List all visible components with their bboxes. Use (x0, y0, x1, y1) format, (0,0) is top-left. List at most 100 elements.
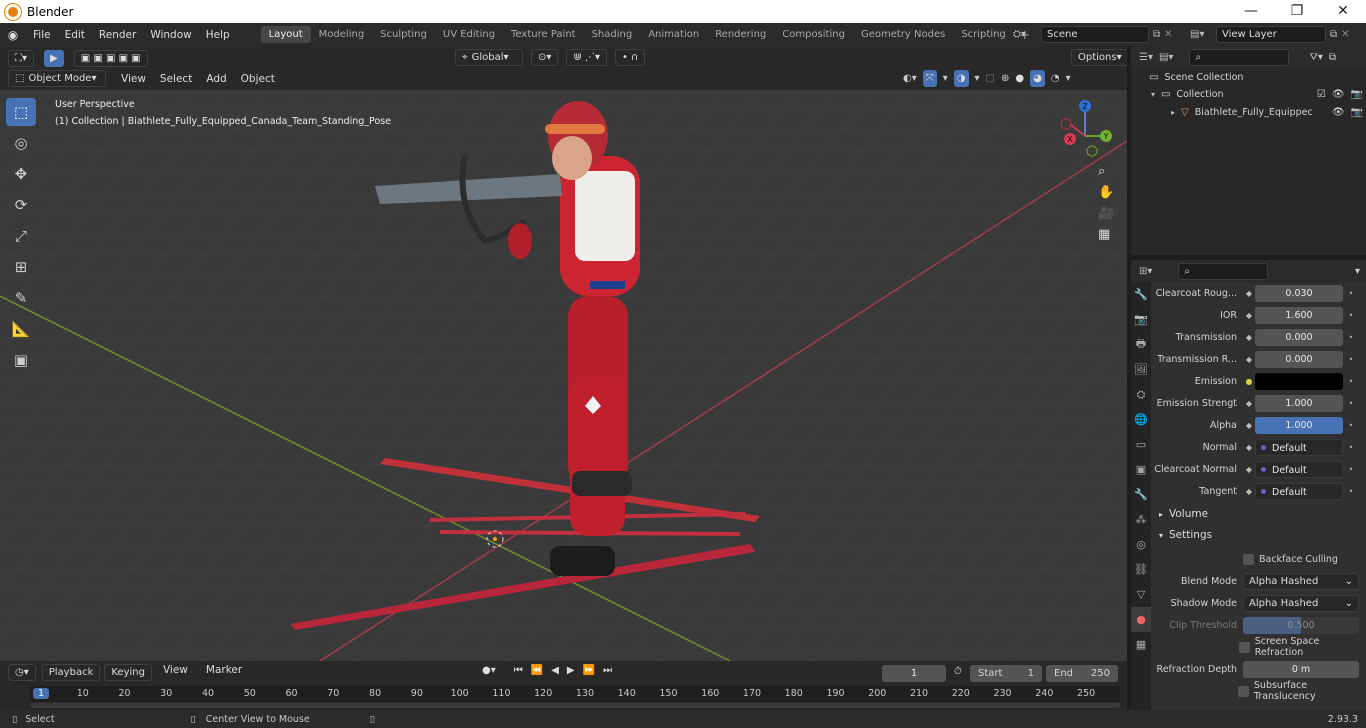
constraints-tab-icon[interactable]: ⛓ (1131, 557, 1151, 582)
shadow-mode-dropdown[interactable]: Alpha Hashed ⌄ (1243, 594, 1359, 612)
expand-arrow-icon[interactable]: ▸ (1171, 108, 1175, 117)
play-icon[interactable]: ▶ (567, 665, 575, 676)
transform-tool-icon[interactable]: ⊞ (6, 253, 36, 281)
scene-icon[interactable]: ⛭▾ (1013, 29, 1037, 40)
editor-type-icon[interactable]: ⛶▾ (8, 50, 35, 67)
property-value-field[interactable]: 0.000 (1255, 350, 1343, 368)
camera-view-icon[interactable]: 🎥 (1098, 206, 1114, 221)
scale-tool-icon[interactable]: ⤢ (6, 222, 36, 250)
material-tab-icon[interactable]: ● (1131, 607, 1151, 632)
property-link-field[interactable]: Default (1255, 482, 1343, 500)
property-value-field[interactable]: 0.000 (1255, 328, 1343, 346)
filter-icon[interactable]: ⛛▾ (1309, 52, 1322, 63)
physics-tab-icon[interactable]: ◎ (1131, 532, 1151, 557)
scene-name-field[interactable]: Scene (1041, 26, 1149, 43)
next-keyframe-icon[interactable]: ⏩ (583, 665, 595, 676)
view-layer-field[interactable]: View Layer (1216, 26, 1326, 43)
ortho-grid-icon[interactable]: ▦ (1098, 227, 1114, 242)
play-reverse-icon[interactable]: ◀ (551, 665, 559, 676)
prev-keyframe-icon[interactable]: ⏪ (531, 665, 543, 676)
tab-layout[interactable]: Layout (260, 26, 311, 43)
frame-ruler[interactable]: 1 10 20 30 40 50 60 70 80 90 100 110 120 130 140 150 160… (30, 686, 1120, 702)
minimize-icon[interactable]: — (1228, 0, 1274, 23)
select-tool-icon[interactable]: ▶ (44, 50, 64, 67)
socket-icon[interactable]: ● (1243, 377, 1255, 386)
current-frame-field[interactable]: 1 (882, 665, 946, 682)
move-tool-icon[interactable]: ✥ (6, 160, 36, 188)
checkbox-icon[interactable]: ☑ (1317, 89, 1326, 100)
volume-panel-header[interactable]: ▸ Volume (1151, 504, 1366, 524)
emission-color-field[interactable] (1255, 372, 1343, 390)
annotate-tool-icon[interactable]: ✎ (6, 284, 36, 312)
select-box-tool-icon[interactable]: ⬚ (6, 98, 36, 126)
keyframe-dot-icon[interactable]: • (1347, 399, 1355, 408)
remove-view-layer-icon[interactable]: ✕ (1341, 29, 1349, 40)
stopwatch-icon[interactable]: ⏱ (954, 666, 962, 677)
remove-scene-icon[interactable]: ✕ (1164, 29, 1172, 40)
pan-hand-icon[interactable]: ✋ (1098, 185, 1114, 200)
new-collection-icon[interactable]: ⧉ (1329, 52, 1336, 63)
keyframe-dot-icon[interactable]: • (1347, 289, 1355, 298)
tab-geometry-nodes[interactable]: Geometry Nodes (853, 26, 953, 43)
subsurface-translucency-checkbox[interactable] (1238, 685, 1249, 697)
camera-icon[interactable]: 📷 (1351, 107, 1363, 118)
navigation-gizmo[interactable]: Z Y X (1056, 96, 1120, 160)
menu-render[interactable]: Render (92, 29, 143, 41)
tab-texture-paint[interactable]: Texture Paint (503, 26, 584, 43)
modifier-tab-icon[interactable]: 🔧 (1131, 482, 1151, 507)
output-tab-icon[interactable]: 🖶 (1131, 332, 1151, 357)
scene-tab-icon[interactable]: ⛭ (1131, 382, 1151, 407)
screen-space-refraction-checkbox[interactable] (1239, 641, 1250, 653)
camera-icon[interactable]: 📷 (1351, 89, 1363, 100)
tab-sculpting[interactable]: Sculpting (372, 26, 435, 43)
cursor-tool-icon[interactable]: ◎ (6, 129, 36, 157)
shading-dropdown-icon[interactable]: ▾ (1066, 73, 1071, 84)
xray-icon[interactable]: ▢ (986, 73, 995, 84)
timeline-menu-keying[interactable]: Keying (104, 664, 152, 681)
shading-material-icon[interactable]: ◕ (1030, 70, 1045, 87)
gizmo-dropdown-icon[interactable]: ▾ (943, 73, 948, 84)
tab-rendering[interactable]: Rendering (707, 26, 774, 43)
snap-icon[interactable]: ⋓ ⋰▾ (566, 49, 607, 66)
tab-scripting[interactable]: Scripting (953, 26, 1013, 43)
property-value-field[interactable]: 1.000 (1255, 416, 1343, 434)
start-frame-field[interactable]: Start 1 (970, 665, 1042, 682)
timeline-menu-playback[interactable]: Playback (41, 664, 101, 681)
gizmo-icon[interactable]: ⤧ (922, 70, 937, 87)
keyframe-dot-icon[interactable]: • (1347, 443, 1355, 452)
keyframe-dot-icon[interactable]: • (1347, 487, 1355, 496)
outliner-row-object[interactable]: ▸ ▽ Biathlete_Fully_Equippec 👁 📷 (1171, 107, 1363, 118)
menu-file[interactable]: File (26, 29, 58, 41)
property-link-field[interactable]: Default (1255, 438, 1343, 456)
timeline-menu-marker[interactable]: Marker (199, 664, 249, 681)
blender-menu-icon[interactable]: ◉ (0, 28, 26, 42)
selection-mode-set-icon[interactable]: ▣ ▣ ▣ ▣ ▣ (73, 50, 148, 67)
viewport-menu-add[interactable]: Add (199, 73, 233, 85)
expand-arrow-icon[interactable]: ▾ (1151, 90, 1155, 99)
world-tab-icon[interactable]: 🌐 (1131, 407, 1151, 432)
eye-icon[interactable]: 👁 (1332, 107, 1345, 118)
tab-shading[interactable]: Shading (584, 26, 641, 43)
refraction-depth-field[interactable]: 0 m (1243, 660, 1359, 678)
tab-animation[interactable]: Animation (640, 26, 707, 43)
jump-end-icon[interactable]: ⏭ (603, 665, 612, 676)
proportional-edit-icon[interactable]: • ∩ (614, 49, 646, 66)
maximize-icon[interactable]: ❐ (1274, 0, 1320, 23)
overlay-dropdown-icon[interactable]: ▾ (975, 73, 980, 84)
new-scene-icon[interactable]: ⧉ (1153, 29, 1160, 40)
property-value-field[interactable]: 1.600 (1255, 306, 1343, 324)
texture-tab-icon[interactable]: ▦ (1131, 632, 1151, 657)
display-mode-icon[interactable]: ▤▾ (1159, 52, 1173, 63)
outliner-search-input[interactable]: ⌕ (1189, 48, 1290, 66)
3d-viewport[interactable]: ⛶▾ ▶ ▣ ▣ ▣ ▣ ▣ ⌖ Global ▾ ⊙▾ ⋓ ⋰▾ • ∩ Op… (0, 46, 1127, 661)
visibility-icon[interactable]: ◐▾ (903, 73, 917, 84)
socket-icon[interactable]: ◆ (1243, 333, 1255, 342)
shading-wireframe-icon[interactable]: ⊕ (1001, 73, 1009, 84)
options-button[interactable]: Options ▾ (1071, 49, 1127, 66)
keyframe-dot-icon[interactable]: • (1347, 465, 1355, 474)
clip-threshold-slider[interactable]: 0.500 (1243, 616, 1359, 634)
socket-icon[interactable]: ◆ (1243, 443, 1255, 452)
blend-mode-dropdown[interactable]: Alpha Hashed ⌄ (1243, 572, 1359, 590)
viewport-menu-view[interactable]: View (114, 73, 153, 85)
properties-search-input[interactable]: ⌕ (1178, 262, 1269, 280)
